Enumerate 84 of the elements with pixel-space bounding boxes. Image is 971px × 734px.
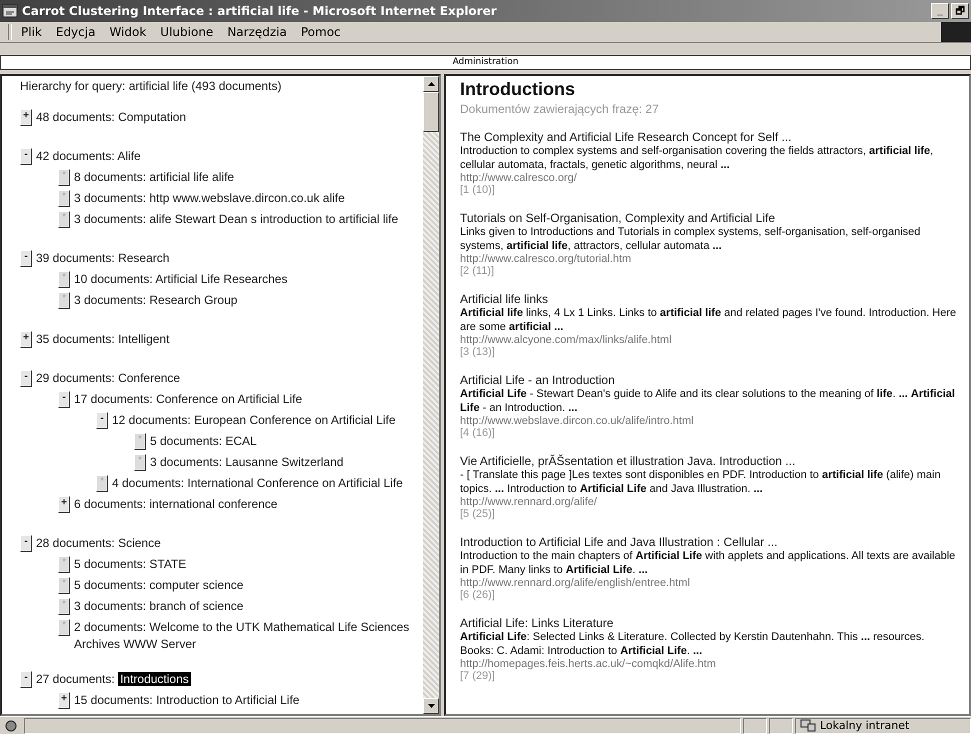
result-snippet: - [ Translate this page ]Les textes sont disponibles en PDF. Introduction to artificial life (alife) main topics. ... Introduction to Artificial Life and Java Illustration. ... <box>460 468 942 496</box>
zone-label: Lokalny intranet <box>820 719 910 732</box>
toggle-button[interactable]: - <box>20 671 32 688</box>
scroll-down-button[interactable] <box>423 698 439 714</box>
result-title[interactable]: Artificial Life - an Introduction <box>460 373 959 387</box>
scroll-up-button[interactable] <box>423 76 439 92</box>
result-snippet: Introduction to complex systems and self-organisation covering the fields attractors, artificial life, cellular automata, fractals, genetic algorithms, neural ... <box>460 144 934 172</box>
restore-button[interactable]: 🗗 <box>951 3 969 19</box>
result-url: http://www.calresco.org/tutorial.htm <box>460 253 632 265</box>
cluster-label[interactable]: 48 documents: Computation <box>36 109 186 126</box>
cluster-label[interactable]: 3 documents: branch of science <box>74 598 244 615</box>
intranet-icon <box>800 719 816 732</box>
cluster-label[interactable]: 27 documents: Introductions <box>36 671 191 688</box>
cluster-label[interactable]: 4 documents: International Conference on Artificial Life <box>112 475 403 492</box>
result-rank: [3 (13)] <box>460 346 496 358</box>
toggle-button[interactable]: - <box>96 412 108 429</box>
result-url: http://www.webslave.dircon.co.uk/alife/intro.html <box>460 415 695 427</box>
result-title[interactable]: Artificial Life: Links Literature <box>460 616 959 630</box>
result-rank: [5 (25)] <box>460 508 496 520</box>
minimize-button[interactable]: _ <box>931 3 949 19</box>
result-snippet: Artificial life links, 4 Lx 1 Links. Links to artificial life and related pages I've found. Introduction. Here are some artificial ... <box>460 306 958 334</box>
up-arrow-icon <box>428 82 434 86</box>
cluster-label[interactable]: 3 documents: http www.webslave.dircon.co.uk alife <box>74 190 345 207</box>
result-rank: [7 (29)] <box>460 670 496 682</box>
toggle-button[interactable]: + <box>20 331 32 348</box>
result-snippet: Artificial Life: Selected Links & Literature. Collected by Kerstin Dautenhahn. This ... resources. Books: C. Adami: Introduction to Artificial Life. ... <box>460 630 926 658</box>
toggle-button[interactable]: + <box>20 109 32 126</box>
cluster-label[interactable]: 3 documents: Lausanne Switzerland <box>150 454 344 471</box>
cluster-label[interactable]: 2 documents: Welcome to the UTK Mathematical Life Sciences Archives WWW Server <box>74 619 423 653</box>
results-count: Dokumentów zawierających frazę: 27 <box>460 102 660 116</box>
result-url: http://www.alcyone.com/max/links/alife.html <box>460 334 673 346</box>
toggle-button[interactable]: - <box>58 391 70 408</box>
cluster-label[interactable]: 29 documents: Conference <box>36 370 180 387</box>
result-snippet: Introduction to the main chapters of Artificial Life with applets and applications. All texts are available in PDF. Many links to Artificial Life. ... <box>460 549 956 577</box>
toggle-button[interactable]: + <box>58 692 70 709</box>
toggle-button[interactable]: - <box>20 250 32 267</box>
result-url: http://www.calresco.org/ <box>460 172 578 184</box>
menu-item[interactable]: Narzędzia <box>220 24 294 40</box>
cluster-label[interactable]: 17 documents: Conference on Artificial Life <box>74 391 302 408</box>
result-rank: [6 (26)] <box>460 589 496 601</box>
cluster-label[interactable]: 3 documents: Research Group <box>74 292 238 309</box>
administration-frame: Administration <box>0 55 971 70</box>
down-arrow-icon <box>428 704 434 708</box>
cluster-label[interactable]: 5 documents: computer science <box>74 577 244 594</box>
cluster-label[interactable]: 5 documents: ECAL <box>150 433 257 450</box>
toggle-button[interactable]: - <box>20 148 32 165</box>
cluster-label[interactable]: 15 documents: Introduction to Artificial Life <box>74 692 300 709</box>
result-title[interactable]: Introduction to Artificial Life and Java Illustration : Cellular ... <box>460 535 959 549</box>
toggle-button[interactable]: + <box>58 496 70 513</box>
cluster-label[interactable]: 10 documents: Artificial Life Researches <box>74 271 288 288</box>
page-icon <box>4 718 18 732</box>
result-url: http://homepages.feis.herts.ac.uk/~comqkd/Alife.htm <box>460 658 717 670</box>
result-url: http://www.rennard.org/alife/ <box>460 496 598 508</box>
result-url: http://www.rennard.org/alife/english/entree.html <box>460 577 691 589</box>
cluster-label[interactable]: 3 documents: alife Stewart Dean s introduction to artificial life <box>74 211 398 228</box>
cluster-label[interactable]: 42 documents: Alife <box>36 148 141 165</box>
menu-item[interactable]: Plik <box>14 24 49 40</box>
result-rank: [1 (10)] <box>460 184 496 196</box>
menu-item[interactable]: Edycja <box>48 24 102 40</box>
hierarchy-heading: Hierarchy for query: artificial life (493 documents) <box>20 79 282 93</box>
menu-item[interactable]: Widok <box>102 24 154 40</box>
menu-item[interactable]: Pomoc <box>294 24 348 40</box>
cluster-label[interactable]: 39 documents: Research <box>36 250 170 267</box>
cluster-label[interactable]: 5 documents: STATE <box>74 556 186 573</box>
window-title: Carrot Clustering Interface : artificial life - Microsoft Internet Explorer <box>22 4 498 18</box>
result-title[interactable]: Tutorials on Self-Organisation, Complexity and Artificial Life <box>460 211 959 225</box>
result-rank: [4 (16)] <box>460 427 496 439</box>
result-snippet: Artificial Life - Stewart Dean's guide to Alife and its clear solutions to the meaning of life. ... Artificial Life - an Introduction. ... <box>460 387 956 415</box>
browser-icon <box>2 3 18 19</box>
scrollbar-thumb[interactable] <box>423 92 439 132</box>
result-title[interactable]: Artificial life links <box>460 292 959 306</box>
results-title: Introductions <box>460 79 576 100</box>
menu-item[interactable]: Ulubione <box>153 24 220 40</box>
result-snippet: Links given to Introductions and Tutorials in complex systems, self-organisation, self-organised systems, artificial life, attractors, cellular automata ... <box>460 225 922 253</box>
toggle-button[interactable]: - <box>20 535 32 552</box>
result-title[interactable]: The Complexity and Artificial Life Research Concept for Self ... <box>460 130 959 144</box>
cluster-label[interactable]: 12 documents: European Conference on Artificial Life <box>112 412 396 429</box>
cluster-label[interactable]: 6 documents: international conference <box>74 496 278 513</box>
result-rank: [2 (11)] <box>460 265 496 277</box>
cluster-label[interactable]: 35 documents: Intelligent <box>36 331 170 348</box>
cluster-label[interactable]: 28 documents: Science <box>36 535 161 552</box>
toggle-button[interactable]: - <box>20 370 32 387</box>
result-title[interactable]: Vie Artificielle, prĂŠsentation et illustration Java. Introduction ... <box>460 454 959 468</box>
cluster-label[interactable]: 8 documents: artificial life alife <box>74 169 234 186</box>
